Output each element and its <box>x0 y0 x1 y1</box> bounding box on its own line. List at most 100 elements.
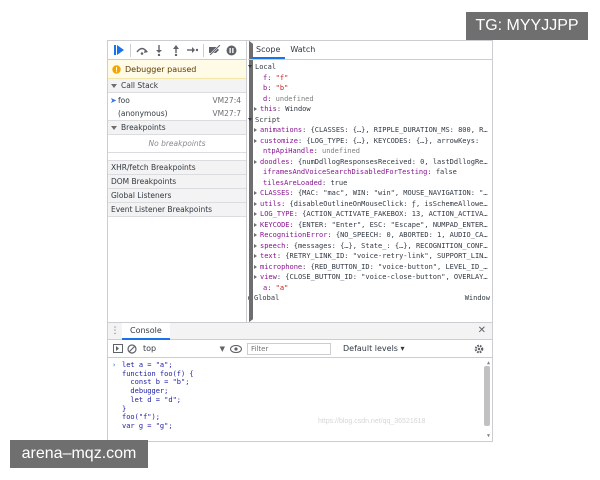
step-into-icon[interactable] <box>150 42 167 59</box>
frame-location[interactable]: VM27:4 <box>213 96 241 105</box>
variable-value: Window <box>285 105 311 113</box>
step-icon[interactable] <box>184 42 201 59</box>
console-toolbar: top ▼ Default levels ▾ <box>108 340 492 358</box>
console-code-line: debugger; <box>122 387 169 396</box>
watermark-top-right: TG: MYYJJPP <box>466 12 588 40</box>
event-listener-breakpoints-header[interactable]: Event Listener Breakpoints <box>108 41 253 322</box>
step-out-icon[interactable] <box>167 42 184 59</box>
collapse-triangle-icon <box>254 128 257 132</box>
scope-variable-row[interactable]: b: "b" <box>248 83 492 94</box>
scope-variable-row[interactable]: d: undefined <box>248 94 492 105</box>
debugger-toolbar <box>108 41 246 60</box>
call-stack-frame[interactable]: ➤ foo VM27:4 <box>108 93 246 107</box>
resume-icon[interactable] <box>111 42 128 59</box>
variable-name: iframesAndVoiceSearchDisabledForTesting <box>263 168 428 176</box>
clear-console-icon[interactable] <box>125 342 139 356</box>
tab-console[interactable]: Console <box>122 322 170 340</box>
scope-variable-row[interactable]: KEYCODE: {ENTER: "Enter", ESC: "Escape",… <box>248 220 492 231</box>
scope-variable-row[interactable]: f: "f" <box>248 73 492 84</box>
scope-variable-row[interactable]: RecognitionError: {NO_SPEECH: 0, ABORTED… <box>248 230 492 241</box>
variable-value: {messages: {…}, State_: {…}, RECOGNITION… <box>293 241 488 250</box>
faint-url-watermark: https://blog.csdn.net/qq_36521618 <box>318 418 426 425</box>
variable-name: customize <box>260 136 298 145</box>
current-frame-arrow-icon: ➤ <box>110 96 117 105</box>
variable-name: doodles <box>260 157 290 166</box>
variable-value: {RED_BUTTON_ID: "voice-button", LEVEL_ID… <box>310 262 488 271</box>
console-input-code[interactable]: let a = "a"; function foo(f) { const b = … <box>112 361 492 431</box>
scope-section-global[interactable]: Global Window <box>248 293 492 304</box>
scope-variable-row[interactable]: this: Window <box>248 104 492 115</box>
scope-tree: Local f: "f" b: "b" d: undefined this: Wind… <box>248 60 492 304</box>
scope-variable-row[interactable]: microphone: {RED_BUTTON_ID: "voice-butto… <box>248 262 492 273</box>
scope-variable-row[interactable]: doodles: {numDdllogResponsesReceived: 0,… <box>248 157 492 168</box>
scope-variable-row[interactable]: text: {RETRY_LINK_ID: "voice-retry-link"… <box>248 251 492 262</box>
scroll-down-arrow-icon[interactable]: ▼ <box>487 432 490 441</box>
pane-title: Event Listener Breakpoints <box>111 205 213 214</box>
drawer-menu-icon[interactable]: ⋮ <box>108 326 122 336</box>
pause-on-exceptions-icon[interactable] <box>223 42 240 59</box>
dom-breakpoints-header[interactable]: DOM Breakpoints <box>108 41 253 322</box>
scope-variable-row[interactable]: utils: {disableOutlineOnMouseClick: ƒ, i… <box>248 199 492 210</box>
variable-value: {disableOutlineOnMouseClick: ƒ, isScheme… <box>289 199 488 208</box>
scope-tabs: Scope Watch <box>248 41 492 60</box>
console-code-line: let a = "a"; <box>122 361 173 369</box>
variable-value: "b" <box>275 84 289 92</box>
console-code-line: foo("f"); <box>122 413 160 422</box>
variable-value: true <box>330 178 348 187</box>
drawer-tabbar: ⋮ Console ✕ <box>108 322 492 340</box>
scope-variable-row[interactable]: LOG_TYPE: {ACTION_ACTIVATE_FAKEBOX: 13, … <box>248 209 492 220</box>
log-levels-dropdown[interactable]: Default levels ▾ <box>343 344 405 353</box>
scope-variable-row[interactable]: customize: {LOG_TYPE: {…}, KEYCODES: {…}… <box>248 136 492 147</box>
console-settings-gear-icon[interactable] <box>472 342 486 356</box>
variable-value: {LOG_TYPE: {…}, KEYCODES: {…}, arrowKeys… <box>306 136 480 145</box>
collapse-triangle-icon <box>254 191 257 195</box>
scope-section-title: Script <box>255 115 281 124</box>
scope-variable-row[interactable]: tilesAreLoaded: true <box>248 178 492 189</box>
toolbar-separator <box>130 43 131 57</box>
live-expression-eye-icon[interactable] <box>229 342 243 356</box>
variable-name: this <box>260 105 277 113</box>
scope-variable-row[interactable]: CLASSES: {MAC: "mac", WIN: "win", MOUSE_… <box>248 188 492 199</box>
collapse-triangle-icon <box>254 254 257 258</box>
call-stack-frame[interactable]: (anonymous) VM27:7 <box>108 107 246 121</box>
variable-value: {NO_SPEECH: 0, ABORTED: 1, AUDIO_CA… <box>335 231 488 239</box>
deactivate-breakpoints-icon[interactable] <box>206 42 223 59</box>
scope-variable-row[interactable]: ntpApiHandle: undefined <box>248 146 492 157</box>
close-drawer-icon[interactable]: ✕ <box>478 325 486 336</box>
frame-location[interactable]: VM27:7 <box>213 109 241 118</box>
pane-title: XHR/fetch Breakpoints <box>111 163 196 172</box>
console-output[interactable]: › let a = "a"; function foo(f) { const b … <box>108 358 492 441</box>
frame-name: (anonymous) <box>118 109 168 118</box>
variable-value: {ENTER: "Enter", ESC: "Escape", NUMPAD_E… <box>297 220 488 229</box>
scope-variable-row[interactable]: iframesAndVoiceSearchDisabledForTesting:… <box>248 167 492 178</box>
variable-value: {CLOSE_BUTTON_ID: "voice-close-button", … <box>285 273 488 281</box>
paused-info-icon <box>112 64 121 74</box>
tab-watch[interactable]: Watch <box>285 45 320 59</box>
global-listeners-header[interactable]: Global Listeners <box>108 41 253 322</box>
watermark-bottom-left: arena–mqz.com <box>10 440 148 468</box>
call-stack-title: Call Stack <box>121 81 159 90</box>
breakpoints-header[interactable]: Breakpoints <box>108 121 246 135</box>
variable-name: ntpApiHandle <box>263 147 314 155</box>
scope-section-local[interactable]: Local <box>248 62 492 73</box>
collapse-triangle-icon <box>254 138 257 143</box>
scope-variable-row[interactable]: a: "a" <box>248 283 492 294</box>
scope-variable-row[interactable]: view: {CLOSE_BUTTON_ID: "voice-close-but… <box>248 272 492 283</box>
step-over-icon[interactable] <box>133 42 150 59</box>
scope-section-script[interactable]: Script <box>248 115 492 126</box>
variable-name: view <box>260 273 277 281</box>
pane-gap <box>108 153 246 161</box>
sidebar-toggle-icon[interactable] <box>111 342 125 356</box>
collapse-triangle-icon <box>254 212 257 216</box>
collapse-triangle-icon <box>254 159 257 164</box>
scope-variable-row[interactable]: speech: {messages: {…}, State_: {…}, REC… <box>248 241 492 252</box>
console-filter-input[interactable] <box>247 342 331 355</box>
context-selector[interactable]: top ▼ <box>139 344 229 353</box>
console-prompt-icon: › <box>112 361 117 369</box>
console-code-line: } <box>122 404 127 413</box>
console-scrollbar[interactable] <box>484 366 490 426</box>
scope-variable-row[interactable]: animations: {CLASSES: {…}, RIPPLE_DURATI… <box>248 125 492 136</box>
tab-scope[interactable]: Scope <box>251 45 286 59</box>
xhr-breakpoints-header[interactable]: XHR/fetch Breakpoints <box>108 41 253 322</box>
call-stack-header[interactable]: Call Stack <box>108 79 246 93</box>
